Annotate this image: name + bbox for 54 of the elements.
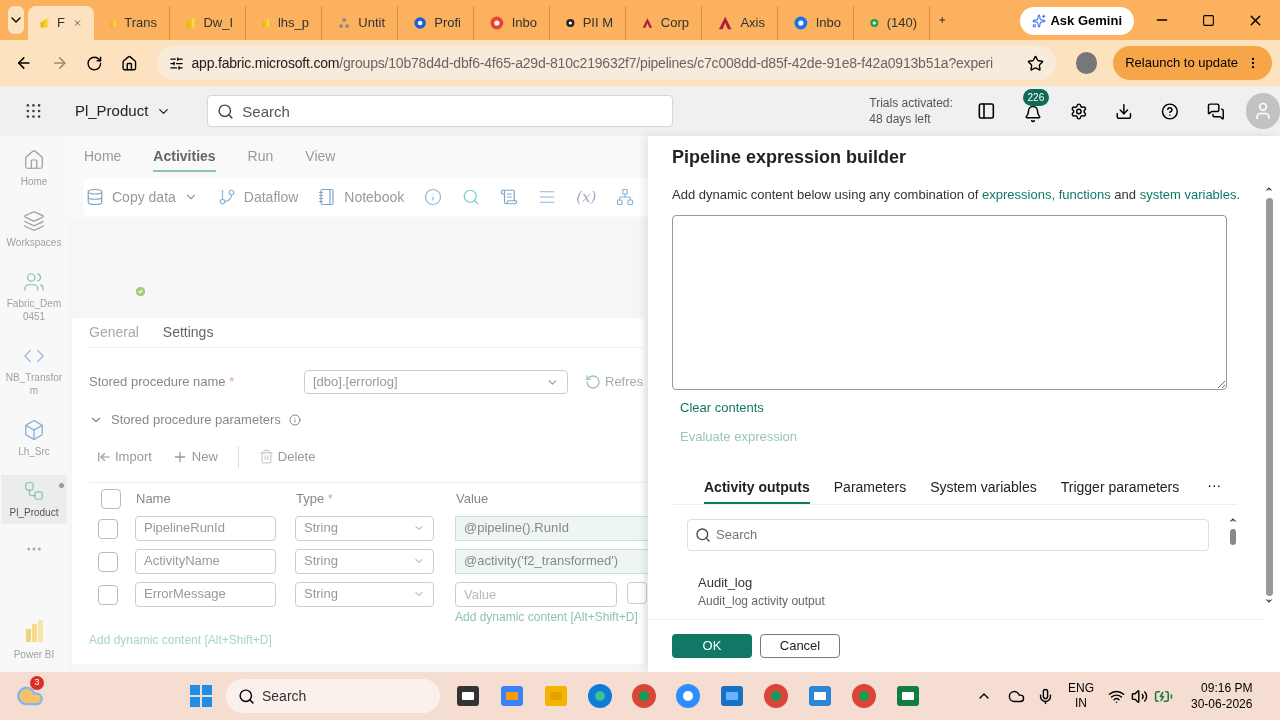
weather-badge: 3 xyxy=(30,676,44,690)
ribbon-button[interactable]: Copy data xyxy=(86,186,198,208)
type-dropdown[interactable]: String xyxy=(295,548,434,574)
clear-contents-link[interactable]: Clear contents xyxy=(680,397,764,417)
panel-title: Pipeline expression builder xyxy=(672,146,908,169)
ribbon-tab[interactable]: Activities xyxy=(153,146,216,172)
field-label: Stored procedure name * xyxy=(89,373,236,392)
column-header: Value xyxy=(456,490,489,509)
panel-description: Add dynamic content below using any combination of expressions, functions and system variables. xyxy=(672,186,1242,204)
ribbon-tab[interactable]: View xyxy=(305,146,336,172)
notification-count: 226 xyxy=(1022,89,1050,106)
cancel-button[interactable]: Cancel xyxy=(760,634,840,658)
browser-tab[interactable]: F xyxy=(28,6,94,40)
ribbon-tab[interactable]: Run xyxy=(247,146,274,172)
expression-tab[interactable]: System variables xyxy=(930,476,1037,504)
activity-output-item[interactable]: Audit_log Audit_log activity output xyxy=(698,572,1212,610)
parameters-section-toggle[interactable]: Stored procedure parameters xyxy=(89,410,644,430)
expression-tab[interactable]: Parameters xyxy=(833,476,907,504)
clock[interactable]: 09:16 PM 30-06-2026 xyxy=(1191,680,1253,712)
value-field[interactable]: Value xyxy=(455,581,617,607)
help-link[interactable]: expressions, xyxy=(982,187,1056,202)
nav-rail-item[interactable]: Pl_Product xyxy=(1,475,67,524)
column-header: Name xyxy=(136,490,172,509)
address-field[interactable]: app.fabric.microsoft.com/groups/10b78d4d-dbf6-4f65-a29d-810c219632f7/pipelines/c7c008dd-d85f-42de-91e8-f42a0913b51a?experi xyxy=(156,46,1056,80)
ribbon-tab[interactable]: Home xyxy=(84,146,122,172)
name-field[interactable]: ErrorMessage xyxy=(135,581,276,607)
gemini-button[interactable]: Ask Gemini xyxy=(1020,7,1134,35)
table-action-button[interactable]: Delete xyxy=(258,446,316,467)
expression-tab[interactable]: Trigger parameters xyxy=(1060,476,1180,504)
value-field[interactable]: @pipeline().RunId xyxy=(455,515,649,541)
name-field[interactable]: PipelineRunId xyxy=(135,515,276,541)
column-header: Type * xyxy=(296,490,334,509)
workspace-dropdown[interactable]: Pl_Product xyxy=(74,99,172,123)
outputs-search-field[interactable]: Search xyxy=(687,518,1209,551)
procedure-dropdown[interactable]: [dbo].[errorlog] xyxy=(304,370,568,394)
relaunch-button[interactable]: Relaunch to update xyxy=(1113,46,1272,80)
language-indicator[interactable]: ENG IN xyxy=(1068,681,1094,711)
help-link[interactable]: functions xyxy=(1058,187,1111,202)
search-field[interactable]: Search xyxy=(207,95,674,127)
ok-button[interactable]: OK xyxy=(672,634,752,658)
type-dropdown[interactable]: String xyxy=(295,581,434,607)
name-field[interactable]: ActivityName xyxy=(135,548,276,574)
settings-tab[interactable]: Settings xyxy=(162,322,214,347)
ribbon-button[interactable]: Dataflow xyxy=(217,186,299,208)
taskbar-search-field[interactable]: Search xyxy=(226,679,440,713)
help-link[interactable]: system variables. xyxy=(1139,187,1241,202)
more-tabs-button[interactable]: ··· xyxy=(1207,474,1222,504)
value-field[interactable]: @activity('f2_transformed') xyxy=(455,548,649,574)
expression-tab[interactable]: Activity outputs xyxy=(704,476,810,504)
table-action-button[interactable]: New xyxy=(171,446,218,467)
trial-status: Trials activated: 48 days left xyxy=(869,95,953,127)
type-dropdown[interactable]: String xyxy=(295,515,434,541)
table-action-button[interactable]: Import xyxy=(97,446,152,467)
ribbon-button[interactable]: Notebook xyxy=(318,186,405,208)
